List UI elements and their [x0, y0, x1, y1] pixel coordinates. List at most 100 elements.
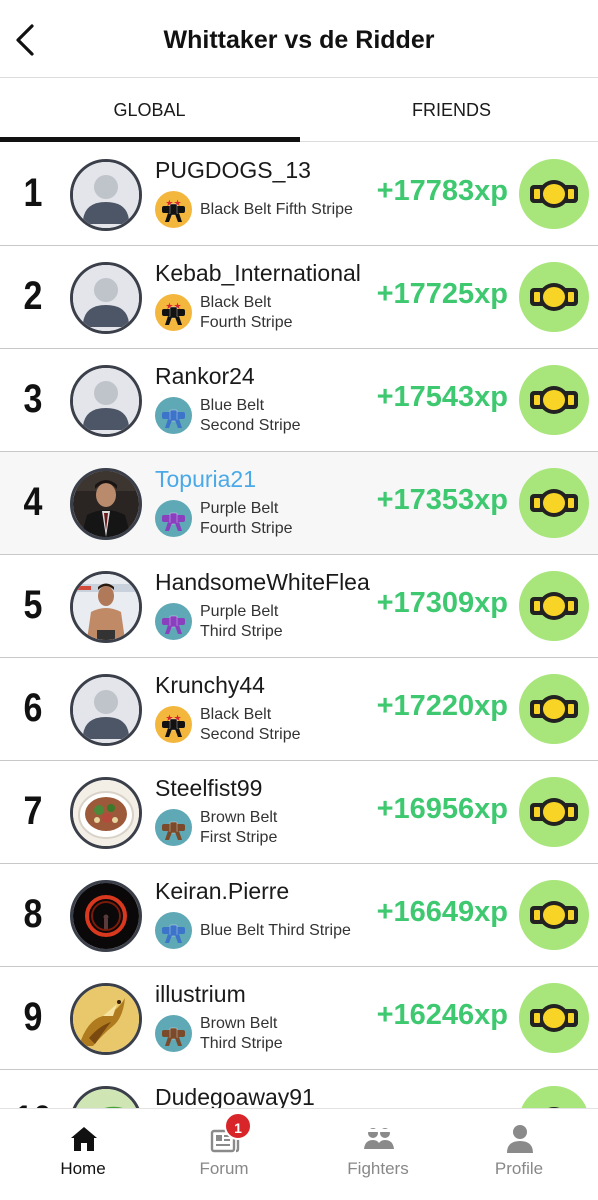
tab-bar-top: GLOBAL FRIENDS [0, 78, 598, 142]
avatar[interactable] [70, 365, 142, 437]
leaderboard-row[interactable]: 7 Steelfist99 Brown Belt First Stripe +16956… [0, 761, 598, 864]
rank-number: 4 [23, 480, 43, 524]
leaderboard-row[interactable]: 5 HandsomeWhiteFlea Purple Belt Third Strip… [0, 555, 598, 658]
xp-points: +16649xp [376, 896, 508, 928]
avatar[interactable] [70, 983, 142, 1055]
leaderboard-row[interactable]: 3 Rankor24 Blue Belt Second Stripe +17543xp [0, 349, 598, 452]
belt-rank-icon [155, 1015, 192, 1052]
username[interactable]: illustrium [155, 981, 246, 1008]
leaderboard-row[interactable]: 9 illustrium Brown Belt Third Stripe +16246x… [0, 967, 598, 1070]
xp-points: +17543xp [376, 381, 508, 413]
stripe-label: Second Stripe [200, 417, 301, 434]
belt-rank-icon [155, 912, 192, 949]
belt-rank-label: Black Belt Fifth Stripe [200, 201, 353, 218]
leaderboard-row[interactable]: 2 Kebab_International ★★ Black Belt Fourth S… [0, 246, 598, 349]
leaderboard-row[interactable]: 1 PUGDOGS_13 ★★ Black Belt Fifth Stripe +177… [0, 143, 598, 246]
rank-number: 2 [23, 274, 43, 318]
avatar[interactable] [70, 262, 142, 334]
tab-profile[interactable]: Profile [444, 1109, 594, 1200]
championship-belt-icon[interactable] [519, 159, 589, 229]
stripe-label: Second Stripe [200, 726, 301, 743]
championship-belt-icon[interactable] [519, 777, 589, 847]
xp-points: +17309xp [376, 587, 508, 619]
avatar[interactable] [70, 880, 142, 952]
leaderboard-list[interactable]: 1 PUGDOGS_13 ★★ Black Belt Fifth Stripe +177… [0, 143, 598, 1108]
belt-rank-label: Black Belt [200, 294, 272, 311]
tab-profile-label: Profile [494, 1159, 544, 1178]
championship-belt-icon[interactable] [519, 365, 589, 435]
rank-number: 7 [23, 789, 43, 833]
username[interactable]: HandsomeWhiteFlea [155, 569, 370, 596]
avatar[interactable] [70, 1086, 142, 1108]
username[interactable]: Topuria21 [155, 466, 256, 493]
championship-belt-icon[interactable] [519, 262, 589, 332]
username[interactable]: Kebab_International [155, 260, 361, 287]
championship-belt-icon[interactable] [519, 468, 589, 538]
username[interactable]: Keiran.Pierre [155, 878, 289, 905]
avatar[interactable] [70, 468, 142, 540]
avatar[interactable] [70, 777, 142, 849]
tab-global[interactable]: GLOBAL [0, 78, 299, 142]
championship-belt-icon[interactable] [519, 674, 589, 744]
xp-points: +17220xp [376, 690, 508, 722]
belt-rank-icon [155, 809, 192, 846]
belt-rank-icon [155, 603, 192, 640]
xp-points: +16956xp [376, 793, 508, 825]
leaderboard-row[interactable]: 8 Keiran.Pierre Blue Belt Third Stripe +166… [0, 864, 598, 967]
tab-forum-label: Forum [199, 1159, 249, 1178]
username[interactable]: Steelfist99 [155, 775, 262, 802]
home-icon [68, 1123, 100, 1155]
leaderboard-row[interactable]: 6 Krunchy44 ★★ Black Belt Second Stripe +1722… [0, 658, 598, 761]
avatar[interactable] [70, 674, 142, 746]
rank-number: 6 [23, 686, 43, 730]
belt-rank-icon [155, 397, 192, 434]
username[interactable]: Krunchy44 [155, 672, 265, 699]
header: Whittaker vs de Ridder [0, 0, 598, 78]
stripe-label: Third Stripe [200, 1035, 283, 1052]
belt-rank-label: Brown Belt [200, 1015, 278, 1032]
active-tab-indicator [0, 137, 300, 142]
xp-points: +17353xp [376, 484, 508, 516]
championship-belt-icon[interactable] [519, 571, 589, 641]
tab-fighters-label: Fighters [347, 1159, 409, 1178]
championship-belt-icon[interactable] [519, 880, 589, 950]
xp-points: +17783xp [376, 175, 508, 207]
leaderboard-row[interactable]: 10 Dudegoaway91 [0, 1070, 598, 1108]
belt-rank-label: Purple Belt [200, 500, 279, 517]
leaderboard-row[interactable]: 4 Topuria21 Purple Belt Fourth Stripe +17353… [0, 452, 598, 555]
username[interactable]: Rankor24 [155, 363, 255, 390]
belt-rank-label: Blue Belt Third Stripe [200, 922, 351, 939]
rank-number: 9 [23, 995, 43, 1039]
belt-rank-label: Brown Belt [200, 809, 278, 826]
rank-number: 5 [23, 583, 43, 627]
xp-points: +16246xp [376, 999, 508, 1031]
rank-number: 8 [23, 892, 43, 936]
avatar[interactable] [70, 159, 142, 231]
belt-rank-icon: ★★ [155, 294, 192, 331]
belt-rank-label: Blue Belt [200, 397, 265, 414]
rank-number: 3 [23, 377, 43, 421]
rank-number: 10 [12, 1098, 55, 1108]
page-title: Whittaker vs de Ridder [163, 26, 435, 54]
stripe-label: Fourth Stripe [200, 314, 293, 331]
championship-belt-icon[interactable] [519, 1086, 589, 1108]
tab-home-label: Home [60, 1159, 106, 1178]
fighters-icon [363, 1123, 395, 1155]
belt-rank-label: Black Belt [200, 706, 272, 723]
championship-belt-icon[interactable] [519, 983, 589, 1053]
tab-home[interactable]: Home [8, 1109, 158, 1200]
belt-rank-label: Purple Belt [200, 603, 279, 620]
forum-notification-badge: 1 [224, 1112, 252, 1140]
belt-rank-icon: ★★ [155, 706, 192, 743]
belt-rank-icon: ★★ [155, 191, 192, 228]
xp-points: +17725xp [376, 278, 508, 310]
bottom-tab-bar: Home Forum Fighters Profile [0, 1108, 598, 1200]
tab-fighters[interactable]: Fighters [303, 1109, 453, 1200]
avatar[interactable] [70, 571, 142, 643]
stripe-label: Fourth Stripe [200, 520, 293, 537]
username[interactable]: PUGDOGS_13 [155, 157, 311, 184]
belt-rank-icon [155, 500, 192, 537]
username[interactable]: Dudegoaway91 [155, 1084, 315, 1108]
tab-friends[interactable]: FRIENDS [302, 78, 598, 142]
stripe-label: Third Stripe [200, 623, 283, 640]
